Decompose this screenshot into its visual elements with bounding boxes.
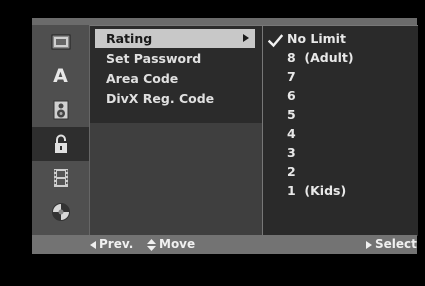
rating-option-5[interactable]: 5 xyxy=(287,105,417,124)
category-area-code-label: Area Code xyxy=(106,71,179,86)
others-disc-icon[interactable] xyxy=(32,195,89,229)
rating-option-no-limit[interactable]: No Limit xyxy=(287,29,417,48)
rating-option-4[interactable]: 4 xyxy=(287,124,417,143)
category-panel-lower xyxy=(89,123,262,235)
lock-icon[interactable] xyxy=(32,127,89,161)
screen: A Rating Set Password Area Code DivX Reg… xyxy=(0,0,425,286)
film-icon[interactable] xyxy=(32,161,89,195)
select-label: Select xyxy=(375,237,417,251)
triangle-right-icon xyxy=(366,240,372,249)
rating-option-3[interactable]: 3 xyxy=(287,143,417,162)
category-rating[interactable]: Rating xyxy=(95,29,255,48)
language-icon-glyph: A xyxy=(53,65,68,87)
checkmark-icon xyxy=(268,34,283,48)
prev-label: Prev. xyxy=(99,237,134,251)
category-area-code[interactable]: Area Code xyxy=(95,69,255,88)
category-divx-reg-code-label: DivX Reg. Code xyxy=(106,91,215,106)
submenu-arrow-icon xyxy=(243,34,249,42)
category-set-password[interactable]: Set Password xyxy=(95,49,255,68)
triangle-left-icon xyxy=(90,240,96,249)
category-rating-label: Rating xyxy=(106,31,153,46)
language-icon[interactable]: A xyxy=(32,59,89,93)
rating-option-1[interactable]: 1 (Kids) xyxy=(287,181,417,200)
move-hint: Move xyxy=(147,235,195,254)
rating-option-2[interactable]: 2 xyxy=(287,162,417,181)
rating-option-6[interactable]: 6 xyxy=(287,86,417,105)
setup-icon-column: A xyxy=(32,25,89,235)
category-divx-reg-code[interactable]: DivX Reg. Code xyxy=(95,89,255,108)
prev-hint: Prev. xyxy=(90,235,133,254)
category-set-password-label: Set Password xyxy=(106,51,202,66)
footer-bar: Prev. Move Select xyxy=(32,235,417,254)
up-down-arrows-icon xyxy=(147,238,156,251)
rating-option-7[interactable]: 7 xyxy=(287,67,417,86)
rating-option-8[interactable]: 8 (Adult) xyxy=(287,48,417,67)
menu-top-strip xyxy=(32,18,417,25)
select-hint: Select xyxy=(366,235,417,254)
speaker-icon[interactable] xyxy=(32,93,89,127)
disc-menu-icon[interactable] xyxy=(32,25,89,59)
move-label: Move xyxy=(159,237,196,251)
